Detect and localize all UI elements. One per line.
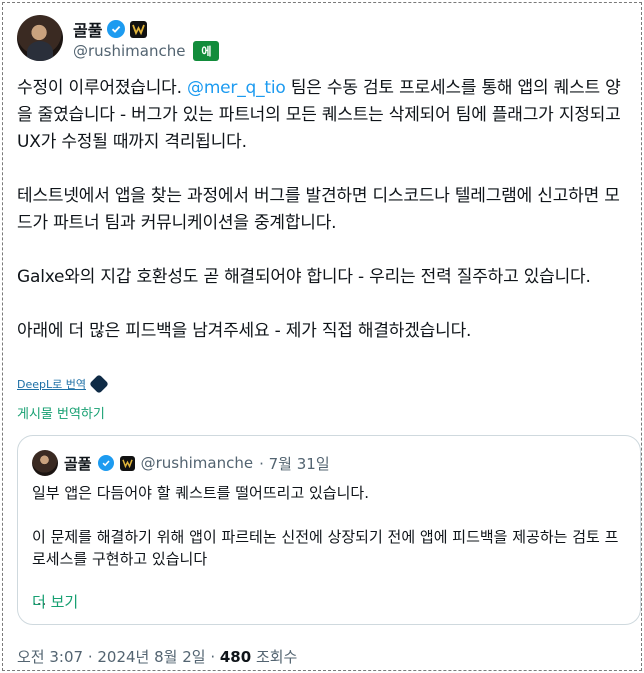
quoted-tweet-header: 골풀 @rushimanche · 7월 31일 <box>32 450 330 476</box>
tweet-text: 수정이 이루어졌습니다. @mer_q_tio 팀은 수동 검토 프로세스를 통… <box>17 75 629 345</box>
deepl-translate-link[interactable]: DeepL로 번역 <box>17 376 86 392</box>
show-more-link[interactable]: 더 보기 <box>32 591 78 612</box>
translate-extension-icon[interactable]: 에 <box>193 41 220 61</box>
quoted-ellipsis: ... <box>32 591 47 609</box>
deepl-translate-row: DeepL로 번역 <box>17 374 109 394</box>
quoted-tweet-date: · 7월 31일 <box>259 454 330 473</box>
tweet-paragraph: 아래에 더 많은 피드백을 남겨주세요 - 제가 직접 해결하겠습니다. <box>17 321 472 341</box>
tweet-paragraph: 수정이 이루어졌습니다. @mer_q_tio 팀은 수동 검토 프로세스를 통… <box>17 75 629 156</box>
verified-badge-icon <box>107 20 126 38</box>
author-handle[interactable]: @rushimanche <box>73 42 185 60</box>
affiliate-logo-icon[interactable] <box>130 20 148 38</box>
tweet-text-segment: 수정이 이루어졌습니다. <box>17 78 188 98</box>
quoted-tweet-text: 일부 앱은 다듬어야 할 퀘스트를 떨어뜨리고 있습니다. 이 문제를 해결하기… <box>32 482 632 608</box>
deepl-icon[interactable] <box>89 374 109 394</box>
author-name-row: 골풀 <box>73 17 148 41</box>
tweet-paragraph: 테스트넷에서 앱을 찾는 과정에서 버그를 발견하면 디스코드나 텔레그램에 신… <box>17 186 620 233</box>
quoted-tweet[interactable]: 골풀 @rushimanche · 7월 31일 일부 앱은 다듬어야 할 퀘스… <box>17 435 641 625</box>
author-display-name[interactable]: 골풀 <box>73 17 102 41</box>
quoted-author-handle: @rushimanche <box>140 454 254 472</box>
author-avatar[interactable] <box>17 15 63 61</box>
tweet-meta: 오전 3:07 · 2024년 8월 2일 · 480 조회수 <box>17 646 297 667</box>
tweet-header: 골풀 @rushimanche 에 <box>17 15 617 63</box>
quoted-paragraph: 이 문제를 해결하기 위해 앱이 파르테논 신전에 상장되기 전에 앱에 피드백… <box>32 528 619 568</box>
tweet-card: 골풀 @rushimanche 에 수정이 이루어졌습니다. @mer_q_ti… <box>2 2 642 671</box>
quoted-author-name: 골풀 <box>64 454 92 473</box>
views-count: 480 <box>219 648 252 666</box>
affiliate-logo-icon <box>119 455 135 471</box>
author-handle-row: @rushimanche 에 <box>73 41 220 61</box>
views-label: 조회수 <box>251 648 298 666</box>
translate-post-link[interactable]: 게시물 번역하기 <box>17 403 105 422</box>
tweet-paragraph: Galxe와의 지갑 호환성도 곧 해결되어야 합니다 - 우리는 전력 질주하… <box>17 267 591 287</box>
verified-badge-icon <box>97 455 114 471</box>
tweet-timestamp[interactable]: 오전 3:07 · 2024년 8월 2일 · <box>17 648 220 666</box>
quoted-paragraph: 일부 앱은 다듬어야 할 퀘스트를 떨어뜨리고 있습니다. <box>32 484 369 502</box>
quoted-author-avatar <box>32 450 58 476</box>
mention-link[interactable]: @mer_q_tio <box>187 78 286 98</box>
